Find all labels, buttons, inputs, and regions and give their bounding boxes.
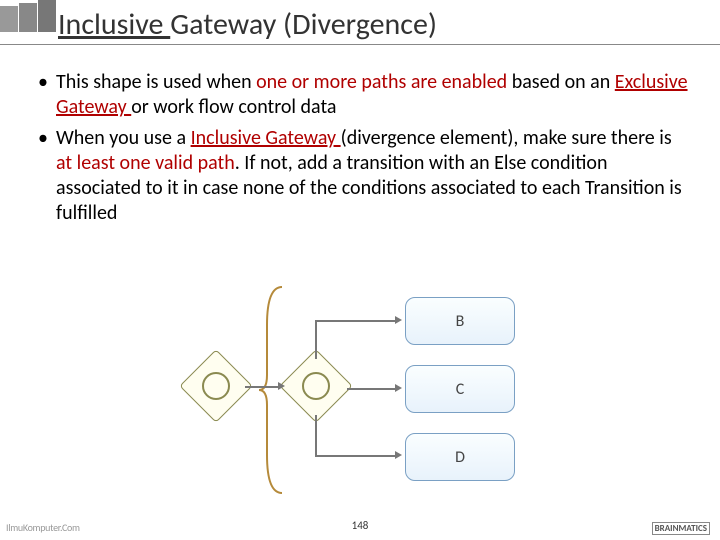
arrow-icon <box>278 382 285 390</box>
sequence-flow <box>315 455 397 457</box>
task-box-b: B <box>405 297 515 345</box>
sequence-flow <box>347 388 397 390</box>
sequence-flow <box>315 321 317 359</box>
footer-left: IlmuKomputer.Com <box>6 521 80 534</box>
sequence-flow <box>315 415 317 457</box>
arrow-icon <box>395 384 402 392</box>
inclusive-gateway-icon <box>179 349 253 423</box>
bpmn-diagram: B C D <box>175 265 545 495</box>
footer-right: BRAINMATICS <box>652 521 710 534</box>
bullet-item: This shape is used when one or more path… <box>38 70 688 120</box>
page-number: 148 <box>352 519 369 532</box>
task-box-d: D <box>405 433 515 481</box>
title-divider <box>0 44 720 45</box>
task-box-c: C <box>405 365 515 413</box>
sequence-flow <box>245 386 280 388</box>
bullet-list: This shape is used when one or more path… <box>38 70 688 232</box>
arrow-icon <box>395 451 402 459</box>
arrow-icon <box>395 316 402 324</box>
title-part-rest: Gateway (Divergence) <box>170 6 437 43</box>
page-title: Inclusive Gateway (Divergence) <box>58 6 437 43</box>
inclusive-gateway-icon <box>279 349 353 423</box>
sequence-flow <box>315 320 397 322</box>
title-part-underlined: Inclusive <box>58 6 170 43</box>
bullet-item: When you use a Inclusive Gateway (diverg… <box>38 126 688 226</box>
slide-accent-tabs <box>0 0 57 32</box>
